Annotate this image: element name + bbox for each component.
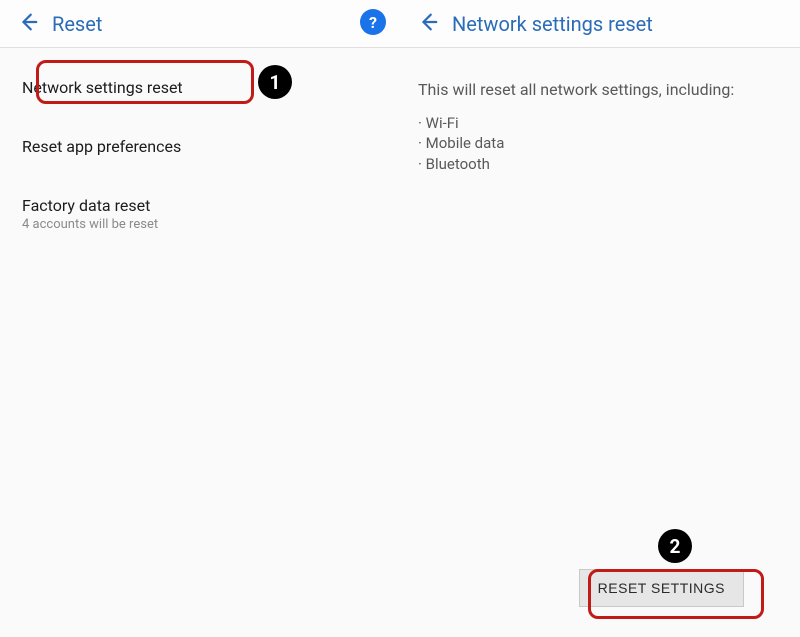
bullet-wifi: · Wi-Fi (418, 113, 782, 133)
page-title-left: Reset (52, 12, 102, 36)
menu-item-label: Factory data reset (22, 196, 378, 215)
menu-item-network-reset[interactable]: Network settings reset (0, 66, 400, 109)
network-reset-screen: Network settings reset This will reset a… (400, 0, 800, 637)
reset-settings-button[interactable]: RESET SETTINGS (579, 569, 744, 607)
topbar-right: Network settings reset (400, 0, 800, 48)
menu-item-factory-reset[interactable]: Factory data reset 4 accounts will be re… (0, 184, 400, 244)
detail-content: This will reset all network settings, in… (400, 48, 800, 637)
back-button-right[interactable] (412, 8, 444, 40)
page-title-right: Network settings reset (452, 12, 653, 36)
back-button-left[interactable] (12, 8, 44, 40)
reset-screen: Reset ? Network settings reset Reset app… (0, 0, 400, 637)
back-arrow-icon (17, 11, 39, 37)
menu-item-label: Network settings reset (22, 78, 378, 97)
bullet-bluetooth: · Bluetooth (418, 154, 782, 174)
menu-list: Network settings reset Reset app prefere… (0, 48, 400, 637)
menu-item-label: Reset app preferences (22, 137, 378, 156)
back-arrow-icon (417, 11, 439, 37)
help-icon[interactable]: ? (360, 9, 386, 35)
menu-item-subtitle: 4 accounts will be reset (22, 217, 378, 232)
topbar-left: Reset ? (0, 0, 400, 48)
description: This will reset all network settings, in… (400, 62, 800, 174)
menu-item-app-prefs[interactable]: Reset app preferences (0, 125, 400, 168)
description-intro: This will reset all network settings, in… (418, 80, 782, 99)
bullet-mobile-data: · Mobile data (418, 133, 782, 153)
